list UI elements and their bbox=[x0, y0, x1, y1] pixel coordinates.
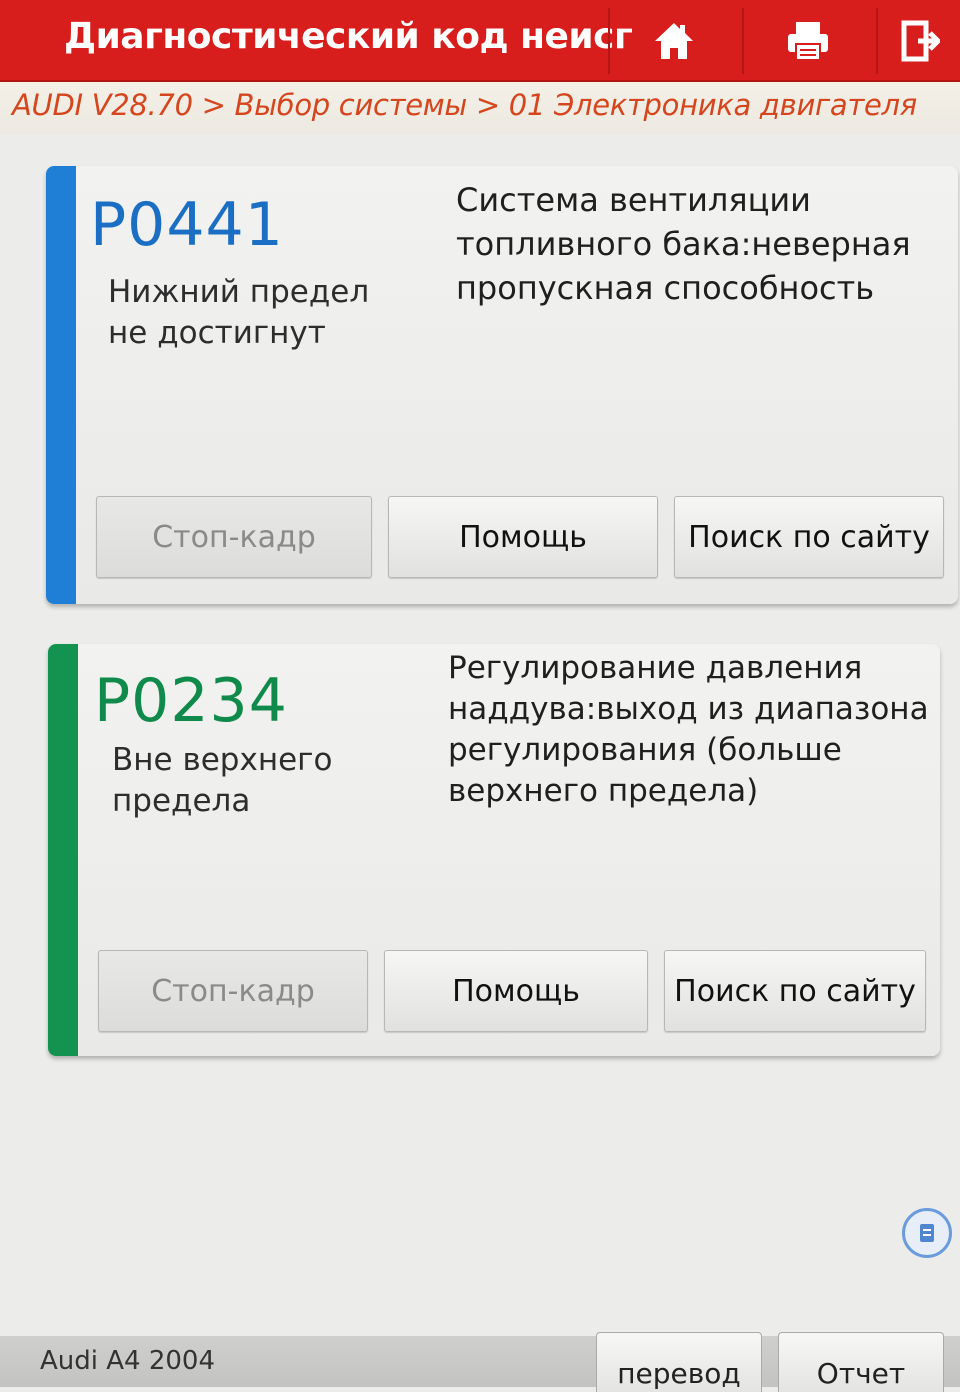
web-search-button[interactable]: Поиск по сайту bbox=[664, 950, 926, 1032]
footer-bar: Audi A4 2004 перевод Отчет bbox=[0, 1332, 960, 1392]
dtc-code: P0234 bbox=[94, 666, 288, 736]
freeze-frame-button[interactable]: Стоп-кадр bbox=[98, 950, 368, 1032]
dtc-status: Вне верхнего предела bbox=[112, 742, 333, 819]
exit-button[interactable] bbox=[876, 8, 960, 74]
breadcrumb: AUDI V28.70 > Выбор системы > 01 Электро… bbox=[12, 88, 917, 122]
header-bar: Диагностический код неисг bbox=[0, 0, 960, 82]
home-icon bbox=[655, 23, 693, 59]
dtc-status: Нижний предел не достигнут bbox=[108, 274, 370, 351]
dtc-description: Регулирование давления наддува:выход из … bbox=[448, 650, 929, 809]
page-title: Диагностический код неисг bbox=[64, 16, 633, 57]
print-button[interactable] bbox=[742, 8, 872, 74]
breadcrumb-bar: AUDI V28.70 > Выбор системы > 01 Электро… bbox=[0, 82, 960, 134]
help-button[interactable]: Помощь bbox=[384, 950, 648, 1032]
report-button[interactable]: Отчет bbox=[778, 1332, 944, 1392]
dtc-card: P0234 Вне верхнего предела Регулирование… bbox=[48, 644, 940, 1056]
printer-icon bbox=[788, 22, 828, 61]
home-button[interactable] bbox=[608, 8, 738, 74]
translate-button[interactable]: перевод bbox=[596, 1332, 762, 1392]
dtc-description: Система вентиляции топливного бака:невер… bbox=[456, 181, 911, 307]
freeze-frame-button[interactable]: Стоп-кадр bbox=[96, 496, 372, 578]
document-icon bbox=[920, 1224, 934, 1242]
dtc-card: P0441 Нижний предел не достигнут Система… bbox=[46, 166, 958, 604]
card-accent-stripe bbox=[46, 166, 76, 604]
web-search-button[interactable]: Поиск по сайту bbox=[674, 496, 944, 578]
floating-action-button[interactable] bbox=[902, 1208, 952, 1258]
card-accent-stripe bbox=[48, 644, 78, 1056]
exit-icon bbox=[901, 20, 940, 62]
vehicle-label: Audi A4 2004 bbox=[40, 1346, 216, 1376]
help-button[interactable]: Помощь bbox=[388, 496, 658, 578]
dtc-code: P0441 bbox=[90, 190, 284, 260]
